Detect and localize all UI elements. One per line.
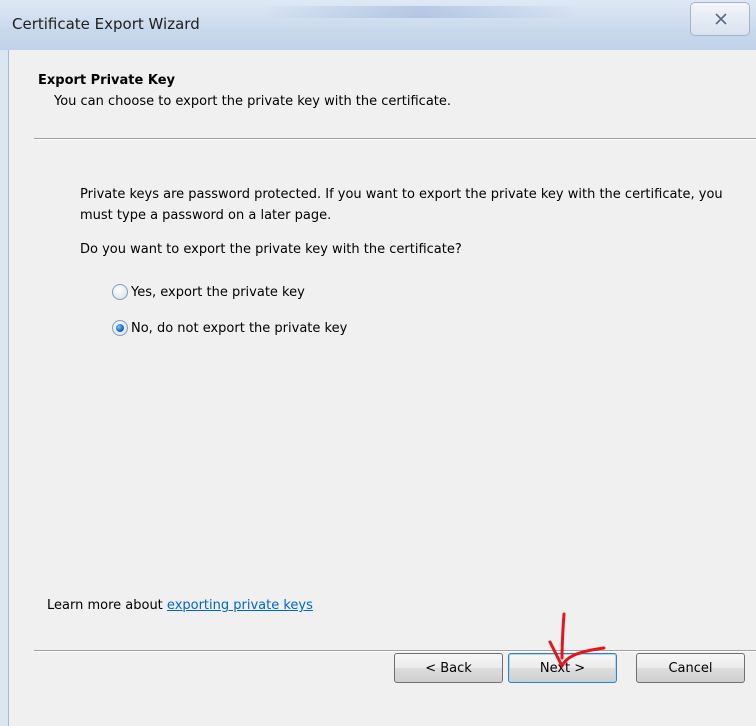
page-title: Export Private Key: [38, 73, 175, 88]
page-subtitle: You can choose to export the private key…: [54, 94, 452, 109]
radio-button-unchecked[interactable]: [112, 284, 128, 300]
radio-button-checked[interactable]: [112, 320, 128, 336]
window-title: Certificate Export Wizard: [12, 15, 200, 33]
title-bar-background-blur: [260, 6, 580, 18]
close-button[interactable]: [690, 2, 750, 36]
learn-more-text: Learn more about exporting private keys: [47, 598, 313, 613]
back-button[interactable]: < Back: [394, 653, 503, 683]
title-bar: Certificate Export Wizard: [0, 0, 756, 50]
wizard-header: Export Private Key You can choose to exp…: [9, 50, 756, 136]
radio-no-export[interactable]: No, do not export the private key: [112, 320, 347, 336]
window-border: [0, 50, 9, 726]
wizard-client-area: Export Private Key You can choose to exp…: [9, 50, 756, 726]
hand-drawn-arrow-down-icon: [548, 612, 606, 668]
radio-yes-export[interactable]: Yes, export the private key: [112, 284, 305, 300]
cancel-button[interactable]: Cancel: [636, 653, 745, 683]
learn-more-prefix: Learn more about: [47, 598, 167, 613]
footer-divider: [34, 650, 756, 652]
radio-no-label: No, do not export the private key: [131, 320, 348, 336]
exporting-private-keys-link[interactable]: exporting private keys: [167, 598, 313, 613]
close-x-icon: [715, 13, 727, 25]
radio-yes-label: Yes, export the private key: [131, 284, 305, 300]
question-text: Do you want to export the private key wi…: [80, 242, 462, 257]
description-text: Private keys are password protected. If …: [80, 187, 723, 223]
header-divider: [34, 138, 756, 140]
